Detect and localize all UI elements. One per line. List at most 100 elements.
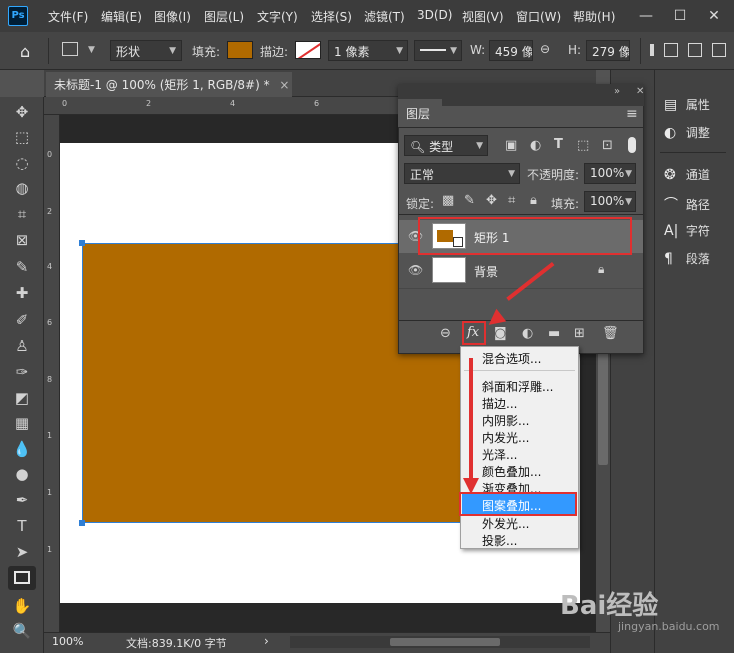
menu-item-outer-glow[interactable]: 外发光... (482, 515, 529, 532)
path-operations-icon[interactable] (650, 44, 654, 56)
blur-tool-icon[interactable]: 💧 (10, 438, 34, 460)
menu-item-stroke[interactable]: 描边... (482, 395, 517, 412)
stroke-width-select[interactable]: 1 像素 ▼ (328, 40, 408, 61)
link-icon[interactable]: ⊖ (540, 42, 550, 56)
menu-file[interactable]: 文件(F) (48, 8, 88, 25)
lock-all-icon[interactable]: 🔒︎ (530, 193, 537, 208)
menu-item-satin[interactable]: 光泽... (482, 446, 517, 463)
brush-tool-icon[interactable]: ✐ (10, 309, 34, 331)
new-layer-icon[interactable]: ⊞ (574, 326, 585, 341)
menu-item-blending-options[interactable]: 混合选项... (482, 350, 541, 367)
lock-transparent-icon[interactable]: ▩ (442, 193, 454, 208)
path-selection-tool-icon[interactable]: ➤ (10, 541, 34, 563)
stroke-none-swatch[interactable] (295, 41, 321, 59)
dock-channels[interactable]: ❂ 通道 (664, 166, 710, 188)
close-panel-icon[interactable]: ✕ (636, 86, 644, 97)
fx-icon[interactable]: fx (467, 325, 479, 340)
pen-tool-icon[interactable]: ✒ (10, 489, 34, 511)
eyedropper-tool-icon[interactable]: ✎ (10, 256, 34, 278)
visibility-eye-icon[interactable]: 👁︎ (408, 263, 423, 277)
shape-mode-select[interactable]: 形状 ▼ (110, 40, 182, 61)
marquee-tool-icon[interactable]: ⬚ (10, 126, 34, 148)
history-brush-tool-icon[interactable]: ✑ (10, 361, 34, 383)
rectangle-tool-button[interactable] (8, 566, 36, 590)
menu-window[interactable]: 窗口(W) (516, 8, 561, 25)
dock-character[interactable]: A| 字符 (664, 222, 710, 244)
dodge-tool-icon[interactable]: ● (10, 463, 34, 485)
layer-filter-select[interactable]: 🔍︎ 类型 ▼ (404, 135, 488, 156)
lock-artboard-icon[interactable]: ⌗ (508, 193, 515, 208)
horizontal-scrollbar[interactable] (290, 636, 590, 648)
menu-item-inner-shadow[interactable]: 内阴影... (482, 412, 529, 429)
close-button[interactable]: ✕ (700, 4, 728, 28)
blend-mode-select[interactable]: 正常 ▼ (404, 163, 520, 184)
settings-gear-icon[interactable] (712, 43, 726, 57)
fill-field[interactable]: 100% ▼ (584, 191, 636, 212)
home-icon[interactable]: ⌂ (20, 42, 30, 61)
scrollbar-thumb[interactable] (390, 638, 500, 646)
type-tool-icon[interactable]: T (10, 515, 34, 537)
eraser-tool-icon[interactable]: ◩ (10, 387, 34, 409)
minimize-button[interactable]: — (632, 4, 660, 28)
opacity-field[interactable]: 100% ▼ (584, 163, 636, 184)
menu-item-bevel-emboss[interactable]: 斜面和浮雕... (482, 378, 553, 395)
new-adjustment-layer-icon[interactable]: ◐ (522, 326, 533, 341)
filter-adjustment-icon[interactable]: ◐ (530, 138, 541, 153)
menu-item-drop-shadow[interactable]: 投影... (482, 532, 517, 549)
menu-filter[interactable]: 滤镜(T) (364, 8, 405, 25)
height-field[interactable]: 279 像 (586, 40, 630, 61)
delete-layer-icon[interactable]: 🗑︎ (602, 326, 619, 341)
lock-image-icon[interactable]: ✎ (464, 193, 475, 208)
menu-item-inner-glow[interactable]: 内发光... (482, 429, 529, 446)
width-field[interactable]: 459 像 (489, 40, 533, 61)
scrollbar-thumb[interactable] (598, 350, 608, 465)
tab-layers[interactable]: 图层 (398, 99, 442, 127)
new-group-icon[interactable]: ▬ (548, 326, 560, 341)
filter-shape-icon[interactable]: ⬚ (577, 138, 589, 153)
filter-pixel-icon[interactable]: ▣ (505, 138, 517, 153)
gradient-tool-icon[interactable]: ▦ (10, 412, 34, 434)
selection-handle[interactable] (79, 520, 85, 526)
path-arrangement-icon[interactable] (688, 43, 702, 57)
selection-handle[interactable] (79, 240, 85, 246)
shape-tool-preset-icon[interactable] (62, 42, 78, 56)
path-alignment-icon[interactable] (664, 43, 678, 57)
layer-name[interactable]: 背景 (474, 263, 498, 280)
maximize-button[interactable]: ☐ (666, 4, 694, 28)
menu-edit[interactable]: 编辑(E) (101, 8, 142, 25)
dock-paths[interactable]: ⌒ 路径 (664, 194, 710, 216)
frame-tool-icon[interactable]: ⊠ (10, 229, 34, 251)
filter-type-icon[interactable]: T (554, 137, 563, 152)
menu-3d[interactable]: 3D(D) (417, 8, 452, 22)
menu-view[interactable]: 视图(V) (462, 8, 504, 25)
document-tab[interactable]: 未标题-1 @ 100% (矩形 1, RGB/8#) * × (46, 72, 292, 97)
dock-properties[interactable]: ▤ 属性 (664, 96, 710, 118)
quick-selection-tool-icon[interactable]: ◍ (10, 177, 34, 199)
lock-position-icon[interactable]: ✥ (486, 193, 497, 208)
hand-tool-icon[interactable]: ✋ (10, 595, 34, 617)
collapse-icon[interactable]: » (614, 86, 620, 97)
filter-toggle-icon[interactable] (628, 137, 636, 153)
stroke-type-select[interactable]: ▼ (414, 40, 462, 61)
zoom-tool-icon[interactable]: 🔍 (10, 620, 34, 642)
clone-stamp-tool-icon[interactable]: ♙ (10, 335, 34, 357)
zoom-level[interactable]: 100% (52, 635, 83, 648)
menu-help[interactable]: 帮助(H) (573, 8, 615, 25)
lasso-tool-icon[interactable]: ◌ (10, 152, 34, 174)
chevron-down-icon[interactable]: ▼ (88, 45, 95, 55)
dock-paragraph[interactable]: ¶ 段落 (664, 250, 710, 272)
dock-adjustments[interactable]: ◐ 调整 (664, 124, 710, 146)
filter-smart-object-icon[interactable]: ⊡ (602, 138, 613, 153)
link-layers-icon[interactable]: ⊖ (440, 326, 451, 341)
panel-menu-icon[interactable]: ≡ (626, 106, 638, 122)
tab-close-icon[interactable]: × (279, 78, 289, 92)
menu-type[interactable]: 文字(Y) (257, 8, 298, 25)
status-arrow-icon[interactable]: › (264, 634, 269, 648)
menu-layer[interactable]: 图层(L) (204, 8, 244, 25)
menu-item-color-overlay[interactable]: 颜色叠加... (482, 463, 541, 480)
crop-tool-icon[interactable]: ⌗ (10, 203, 34, 225)
fill-color-swatch[interactable] (227, 41, 253, 59)
menu-select[interactable]: 选择(S) (311, 8, 352, 25)
menu-image[interactable]: 图像(I) (154, 8, 191, 25)
move-tool-icon[interactable]: ✥ (10, 101, 34, 123)
